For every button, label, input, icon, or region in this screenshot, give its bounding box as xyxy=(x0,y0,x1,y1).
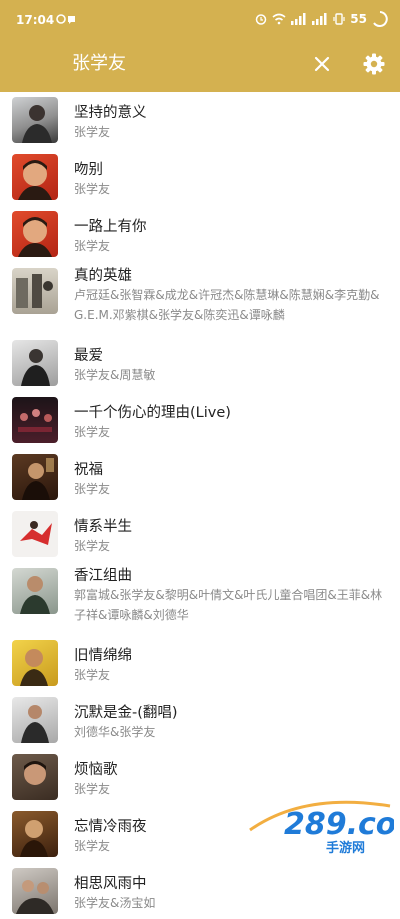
album-cover xyxy=(12,97,58,143)
page-title: 张学友 xyxy=(72,53,126,74)
close-icon xyxy=(314,56,330,72)
album-cover xyxy=(12,454,58,500)
song-title: 吻别 xyxy=(74,162,103,178)
album-cover xyxy=(12,268,58,314)
song-artist: 刘德华&张学友 xyxy=(74,725,156,739)
song-title: 香江组曲 xyxy=(74,568,132,584)
song-artist: 郭富城&张学友&黎明&叶倩文&叶氏儿童合唱团&王菲&林子祥&谭咏麟&刘德华 xyxy=(74,588,383,622)
status-time: 17:04 xyxy=(16,13,55,27)
song-artist: 张学友 xyxy=(74,425,111,439)
status-icons: 55 xyxy=(255,9,388,29)
song-artist: 张学友&汤宝如 xyxy=(74,896,156,910)
album-cover xyxy=(12,868,58,914)
song-title: 烦恼歌 xyxy=(74,762,118,778)
album-cover xyxy=(12,640,58,686)
watermark-text: 289.com xyxy=(284,807,394,842)
status-bar: 17:04 55 xyxy=(0,0,400,40)
song-item[interactable]: 情系半生 张学友 xyxy=(0,506,400,562)
song-item[interactable]: 真的英雄 卢冠廷&张智霖&成龙&许冠杰&陈慧琳&陈慧娴&李克勤&G.E.M.邓紫… xyxy=(0,263,400,334)
song-artist: 张学友 xyxy=(74,182,111,196)
song-artist: 张学友 xyxy=(74,239,111,253)
song-title: 情系半生 xyxy=(74,519,132,535)
song-title: 一路上有你 xyxy=(74,219,147,235)
notification-icons xyxy=(56,14,75,24)
song-item[interactable]: 一千个伤心的理由(Live) 张学友 xyxy=(0,392,400,448)
song-artist: 张学友 xyxy=(74,482,111,496)
song-item[interactable]: 祝福 张学友 xyxy=(0,449,400,505)
song-item[interactable]: 相思风雨中 张学友&汤宝如 xyxy=(0,863,400,919)
song-item[interactable]: 吻别 张学友 xyxy=(0,149,400,205)
song-item[interactable]: 坚持的意义 张学友 xyxy=(0,92,400,148)
battery-ring-icon xyxy=(373,11,388,27)
song-artist: 张学友 xyxy=(74,539,111,553)
song-artist: 张学友 xyxy=(74,668,111,682)
song-title: 相思风雨中 xyxy=(74,876,147,892)
song-title: 旧情绵绵 xyxy=(74,648,132,664)
alarm-icon xyxy=(256,14,267,25)
song-title: 坚持的意义 xyxy=(74,105,147,121)
battery-level: 55 xyxy=(350,12,367,26)
album-cover xyxy=(12,697,58,743)
song-artist: 卢冠廷&张智霖&成龙&许冠杰&陈慧琳&陈慧娴&李克勤&G.E.M.邓紫棋&张学友… xyxy=(74,288,380,322)
vibrate-icon xyxy=(333,13,345,25)
wifi-icon xyxy=(272,13,286,25)
signal-icon-2 xyxy=(312,13,327,25)
song-item[interactable]: 香江组曲 郭富城&张学友&黎明&叶倩文&叶氏儿童合唱团&王菲&林子祥&谭咏麟&刘… xyxy=(0,563,400,634)
album-cover xyxy=(12,154,58,200)
watermark-logo: 289.com 手游网 xyxy=(244,786,400,858)
album-cover xyxy=(12,754,58,800)
app-header: 17:04 55 张学友 xyxy=(0,0,400,92)
gear-icon xyxy=(363,53,385,75)
song-item[interactable]: 最爱 张学友&周慧敏 xyxy=(0,335,400,391)
song-title: 忘情冷雨夜 xyxy=(74,819,147,835)
song-artist: 张学友 xyxy=(74,125,111,139)
song-title: 沉默是金-(翻唱) xyxy=(74,705,178,721)
song-artist: 张学友&周慧敏 xyxy=(74,368,156,382)
song-item[interactable]: 沉默是金-(翻唱) 刘德华&张学友 xyxy=(0,692,400,748)
album-cover xyxy=(12,211,58,257)
song-title: 一千个伤心的理由(Live) xyxy=(74,405,231,421)
close-button[interactable] xyxy=(310,52,334,76)
signal-icon-1 xyxy=(291,13,306,25)
album-cover xyxy=(12,568,58,614)
song-title: 祝福 xyxy=(74,462,103,478)
album-cover xyxy=(12,397,58,443)
settings-button[interactable] xyxy=(362,52,386,76)
album-cover xyxy=(12,811,58,857)
album-cover xyxy=(12,511,58,557)
album-cover xyxy=(12,340,58,386)
song-title: 真的英雄 xyxy=(74,268,132,284)
song-item[interactable]: 一路上有你 张学友 xyxy=(0,206,400,262)
song-title: 最爱 xyxy=(74,348,103,364)
song-item[interactable]: 旧情绵绵 张学友 xyxy=(0,635,400,691)
watermark-subtext: 手游网 xyxy=(326,840,365,856)
